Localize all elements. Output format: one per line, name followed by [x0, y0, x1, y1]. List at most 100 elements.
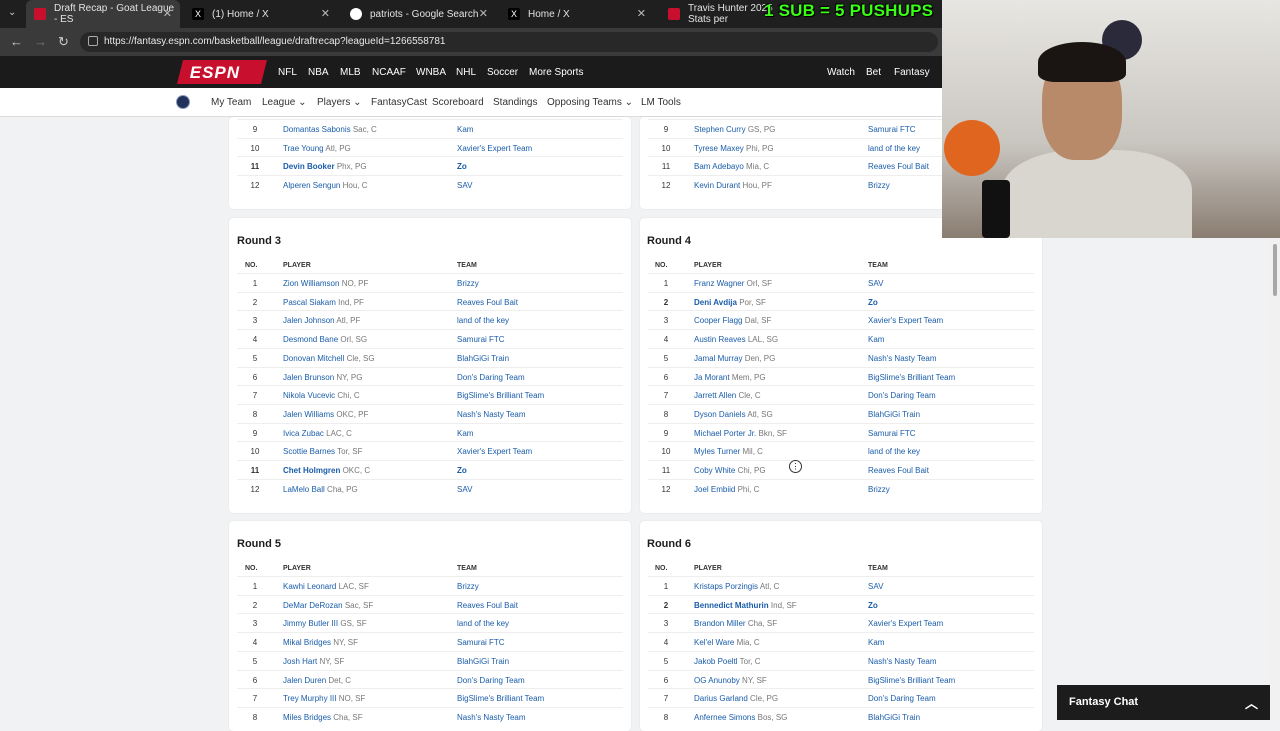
- fantasy-team-link[interactable]: Samurai FTC: [457, 638, 505, 647]
- nav-watch[interactable]: Watch: [827, 67, 855, 78]
- close-icon[interactable]: ✕: [637, 7, 646, 20]
- player-link[interactable]: Joel Embiid Phi, C: [694, 485, 759, 494]
- chevron-up-icon[interactable]: ︿: [1245, 693, 1258, 712]
- fantasy-team-link[interactable]: SAV: [868, 582, 883, 591]
- subnav-league[interactable]: League ⌄: [262, 97, 307, 108]
- fantasy-team-link[interactable]: land of the key: [457, 316, 509, 325]
- fantasy-team-link[interactable]: Nash's Nasty Team: [457, 713, 526, 722]
- nav-fantasy[interactable]: Fantasy: [894, 67, 930, 78]
- fantasy-team-link[interactable]: Nash's Nasty Team: [457, 410, 526, 419]
- close-icon[interactable]: ✕: [163, 7, 172, 20]
- player-link[interactable]: Jalen Brunson NY, PG: [283, 373, 362, 382]
- back-icon[interactable]: ←: [10, 34, 23, 49]
- player-link[interactable]: Jalen Johnson Atl, PF: [283, 316, 360, 325]
- player-link[interactable]: Tyrese Maxey Phi, PG: [694, 144, 774, 153]
- player-link[interactable]: Mikal Bridges NY, SF: [283, 638, 358, 647]
- close-icon[interactable]: ✕: [479, 7, 488, 20]
- fantasy-team-link[interactable]: Reaves Foul Bait: [457, 298, 518, 307]
- player-link[interactable]: Zion Williamson NO, PF: [283, 279, 368, 288]
- nav-nfl[interactable]: NFL: [278, 67, 297, 78]
- subnav-players[interactable]: Players ⌄: [317, 97, 362, 108]
- fantasy-team-link[interactable]: Samurai FTC: [457, 335, 505, 344]
- espn-logo[interactable]: ESPN: [177, 60, 267, 84]
- more-options-icon[interactable]: ⋮: [789, 460, 802, 473]
- fantasy-team-link[interactable]: Brizzy: [457, 279, 479, 288]
- tab-google-search[interactable]: patriots - Google Search ✕: [342, 0, 496, 28]
- fantasy-team-link[interactable]: Reaves Foul Bait: [868, 162, 929, 171]
- player-link[interactable]: Kawhi Leonard LAC, SF: [283, 582, 369, 591]
- tab-search-icon[interactable]: ⌄: [8, 7, 16, 18]
- fantasy-team-link[interactable]: Kam: [868, 638, 884, 647]
- fantasy-team-link[interactable]: land of the key: [457, 619, 509, 628]
- fantasy-team-link[interactable]: land of the key: [868, 144, 920, 153]
- player-link[interactable]: Franz Wagner Orl, SF: [694, 279, 772, 288]
- player-link[interactable]: Chet Holmgren OKC, C: [283, 466, 370, 475]
- fantasy-team-link[interactable]: Samurai FTC: [868, 429, 916, 438]
- fantasy-team-link[interactable]: Xavier's Expert Team: [457, 144, 532, 153]
- subnav-my-team[interactable]: My Team: [211, 97, 251, 108]
- page-scrollbar[interactable]: [1270, 238, 1280, 720]
- fantasy-team-link[interactable]: BigSlime's Brilliant Team: [457, 391, 544, 400]
- player-link[interactable]: Bam Adebayo Mia, C: [694, 162, 769, 171]
- player-link[interactable]: Brandon Miller Cha, SF: [694, 619, 777, 628]
- player-link[interactable]: Anfernee Simons Bos, SG: [694, 713, 787, 722]
- player-link[interactable]: Pascal Siakam Ind, PF: [283, 298, 364, 307]
- fantasy-team-link[interactable]: Zo: [457, 162, 467, 171]
- player-link[interactable]: Trey Murphy III NO, SF: [283, 694, 365, 703]
- fantasy-team-link[interactable]: Kam: [457, 429, 473, 438]
- player-link[interactable]: Jalen Williams OKC, PF: [283, 410, 368, 419]
- player-link[interactable]: Scottie Barnes Tor, SF: [283, 447, 362, 456]
- subnav-standings[interactable]: Standings: [493, 97, 537, 108]
- fantasy-team-link[interactable]: BigSlime's Brilliant Team: [457, 694, 544, 703]
- fantasy-team-link[interactable]: Zo: [868, 298, 878, 307]
- fantasy-team-link[interactable]: BlahGiGi Train: [868, 713, 920, 722]
- player-link[interactable]: Miles Bridges Cha, SF: [283, 713, 363, 722]
- player-link[interactable]: Jamal Murray Den, PG: [694, 354, 775, 363]
- player-link[interactable]: Jakob Poeltl Tor, C: [694, 657, 761, 666]
- fantasy-team-link[interactable]: Don's Daring Team: [868, 694, 936, 703]
- nav-ncaaf[interactable]: NCAAF: [372, 67, 406, 78]
- fantasy-team-link[interactable]: Samurai FTC: [868, 125, 916, 134]
- fantasy-team-link[interactable]: SAV: [868, 279, 883, 288]
- tab-draft-recap[interactable]: Draft Recap - Goat League - ES ✕: [26, 0, 180, 28]
- fantasy-team-link[interactable]: land of the key: [868, 447, 920, 456]
- fantasy-team-link[interactable]: BigSlime's Brilliant Team: [868, 676, 955, 685]
- subnav-fantasycast[interactable]: FantasyCast: [371, 97, 427, 108]
- tab-x-home[interactable]: X Home / X ✕: [500, 0, 654, 28]
- fantasy-team-link[interactable]: Nash's Nasty Team: [868, 354, 937, 363]
- subnav-scoreboard[interactable]: Scoreboard: [432, 97, 484, 108]
- tab-x-home-1[interactable]: X (1) Home / X ✕: [184, 0, 338, 28]
- fantasy-team-link[interactable]: SAV: [457, 485, 472, 494]
- fantasy-team-link[interactable]: Reaves Foul Bait: [868, 466, 929, 475]
- nav-bet[interactable]: Bet: [866, 67, 881, 78]
- nav-wnba[interactable]: WNBA: [416, 67, 446, 78]
- player-link[interactable]: Darius Garland Cle, PG: [694, 694, 778, 703]
- player-link[interactable]: Alperen Sengun Hou, C: [283, 181, 368, 190]
- player-link[interactable]: Nikola Vucevic Chi, C: [283, 391, 360, 400]
- league-logo-icon[interactable]: [176, 95, 190, 109]
- player-link[interactable]: Dyson Daniels Atl, SG: [694, 410, 773, 419]
- fantasy-team-link[interactable]: Kam: [457, 125, 473, 134]
- fantasy-team-link[interactable]: Don's Daring Team: [457, 373, 525, 382]
- nav-more-sports[interactable]: More Sports: [529, 67, 583, 78]
- player-link[interactable]: Donovan Mitchell Cle, SG: [283, 354, 375, 363]
- player-link[interactable]: Devin Booker Phx, PG: [283, 162, 367, 171]
- subnav-lm-tools[interactable]: LM Tools: [641, 97, 681, 108]
- player-link[interactable]: Ivica Zubac LAC, C: [283, 429, 352, 438]
- close-icon[interactable]: ✕: [321, 7, 330, 20]
- player-link[interactable]: Stephen Curry GS, PG: [694, 125, 775, 134]
- player-link[interactable]: Michael Porter Jr. Bkn, SF: [694, 429, 787, 438]
- url-input[interactable]: https://fantasy.espn.com/basketball/leag…: [80, 32, 938, 52]
- player-link[interactable]: Myles Turner Mil, C: [694, 447, 763, 456]
- fantasy-team-link[interactable]: Nash's Nasty Team: [868, 657, 937, 666]
- player-link[interactable]: Desmond Bane Orl, SG: [283, 335, 367, 344]
- subnav-opposing-teams[interactable]: Opposing Teams ⌄: [547, 97, 633, 108]
- player-link[interactable]: DeMar DeRozan Sac, SF: [283, 601, 373, 610]
- fantasy-team-link[interactable]: Zo: [868, 601, 878, 610]
- fantasy-team-link[interactable]: Don's Daring Team: [457, 676, 525, 685]
- fantasy-chat-bar[interactable]: Fantasy Chat ︿: [1057, 685, 1270, 720]
- fantasy-team-link[interactable]: Zo: [457, 466, 467, 475]
- fantasy-team-link[interactable]: Xavier's Expert Team: [868, 316, 943, 325]
- fantasy-team-link[interactable]: BlahGiGi Train: [457, 657, 509, 666]
- nav-soccer[interactable]: Soccer: [487, 67, 518, 78]
